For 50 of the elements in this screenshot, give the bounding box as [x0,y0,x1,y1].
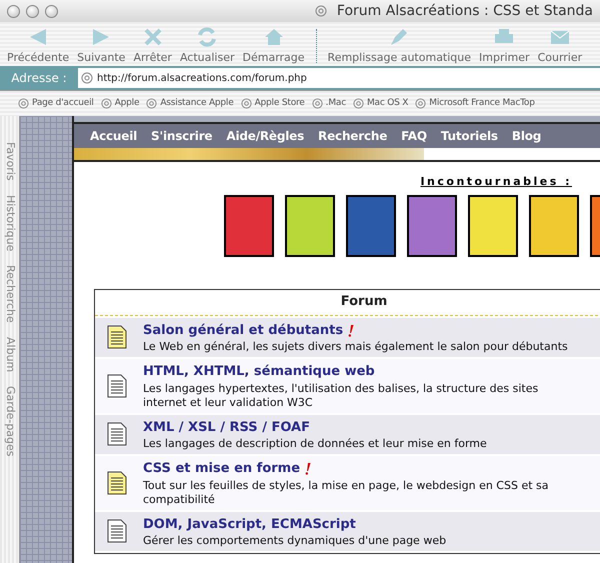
nav-link[interactable]: Accueil [90,127,138,145]
toolbar-button[interactable]: Actualiser [176,25,238,63]
forum-description: Le Web en général, les sujets divers mais également le salon pour débutants [143,340,569,354]
forum-title-link[interactable]: CSS et mise en forme [143,459,300,478]
toolbar-button[interactable]: Courrier [534,25,586,63]
book-cover[interactable] [529,194,579,256]
address-label: Adresse : [10,70,68,87]
zoom-button[interactable] [45,4,58,18]
bookmark-link[interactable]: Apple Store [240,96,305,110]
toolbar-button[interactable]: Suivante [74,25,128,63]
featured-heading: Incontournables : [420,174,572,190]
window-title: Forum Alsacréations : CSS et Standa [336,2,593,20]
side-tab[interactable]: Garde-pages [1,386,18,457]
nav-link[interactable]: Aide/Règles [226,127,304,145]
bookmark-link[interactable]: Microsoft France MacTop [415,96,535,110]
exclamation-icon [348,324,354,337]
forum-description: Tout sur les feuilles de styles, la mise en page, le webdesign en CSS et sa compatibilité [143,478,550,506]
bookmark-link[interactable]: .Mac [312,96,346,110]
forum-heading: Forum [95,290,600,316]
bookmark-link[interactable]: Mac OS X [352,96,408,110]
nav-link[interactable]: Blog [512,127,542,145]
toolbar-button[interactable]: Imprimer [476,25,533,63]
bookmark-link[interactable]: Page d'accueil [18,96,94,110]
nav-link[interactable]: Recherche [318,127,388,145]
minimize-button[interactable] [26,4,39,18]
side-tab[interactable]: Recherche [1,265,18,323]
forum-description: Gérer les comportements dynamiques d'une page web [143,534,448,548]
forum-description: Les langages hypertextes, l'utilisation des balises, la structure des sites internet et leur validation W3C [143,382,540,410]
toolbar-button[interactable]: Démarrage [240,25,308,63]
address-field[interactable]: http://forum.alsacreations.com/forum.php [78,68,600,88]
nav-link[interactable]: S'inscrire [151,127,212,145]
side-tab[interactable]: Historique [1,194,18,252]
forum-description: Les langages de description de données et leur mise en forme [143,437,488,451]
nav-link[interactable]: FAQ [401,127,427,145]
forum-title-link[interactable]: Salon général et débutants [143,320,344,340]
close-button[interactable] [7,4,20,18]
bookmark-link[interactable]: Assistance Apple [146,96,234,110]
book-cover[interactable] [468,194,518,256]
exclamation-icon [305,462,312,476]
forum-title-link[interactable]: HTML, XHTML, sémantique web [143,362,375,382]
toolbar-button[interactable]: Arrêter [130,25,175,63]
toolbar-button[interactable]: Précédente [4,25,72,63]
side-tab[interactable]: Album [1,336,18,372]
side-tab[interactable]: Favoris [1,142,18,181]
book-cover[interactable] [285,194,335,256]
nav-link[interactable]: Tutoriels [440,127,498,145]
bookmark-link[interactable]: Apple [100,96,140,110]
toolbar-button[interactable]: Remplissage automatique [324,25,474,63]
forum-title-link[interactable]: DOM, JavaScript, ECMAScript [143,514,356,534]
forum-title-link[interactable]: XML / XSL / RSS / FOAF [143,418,310,437]
